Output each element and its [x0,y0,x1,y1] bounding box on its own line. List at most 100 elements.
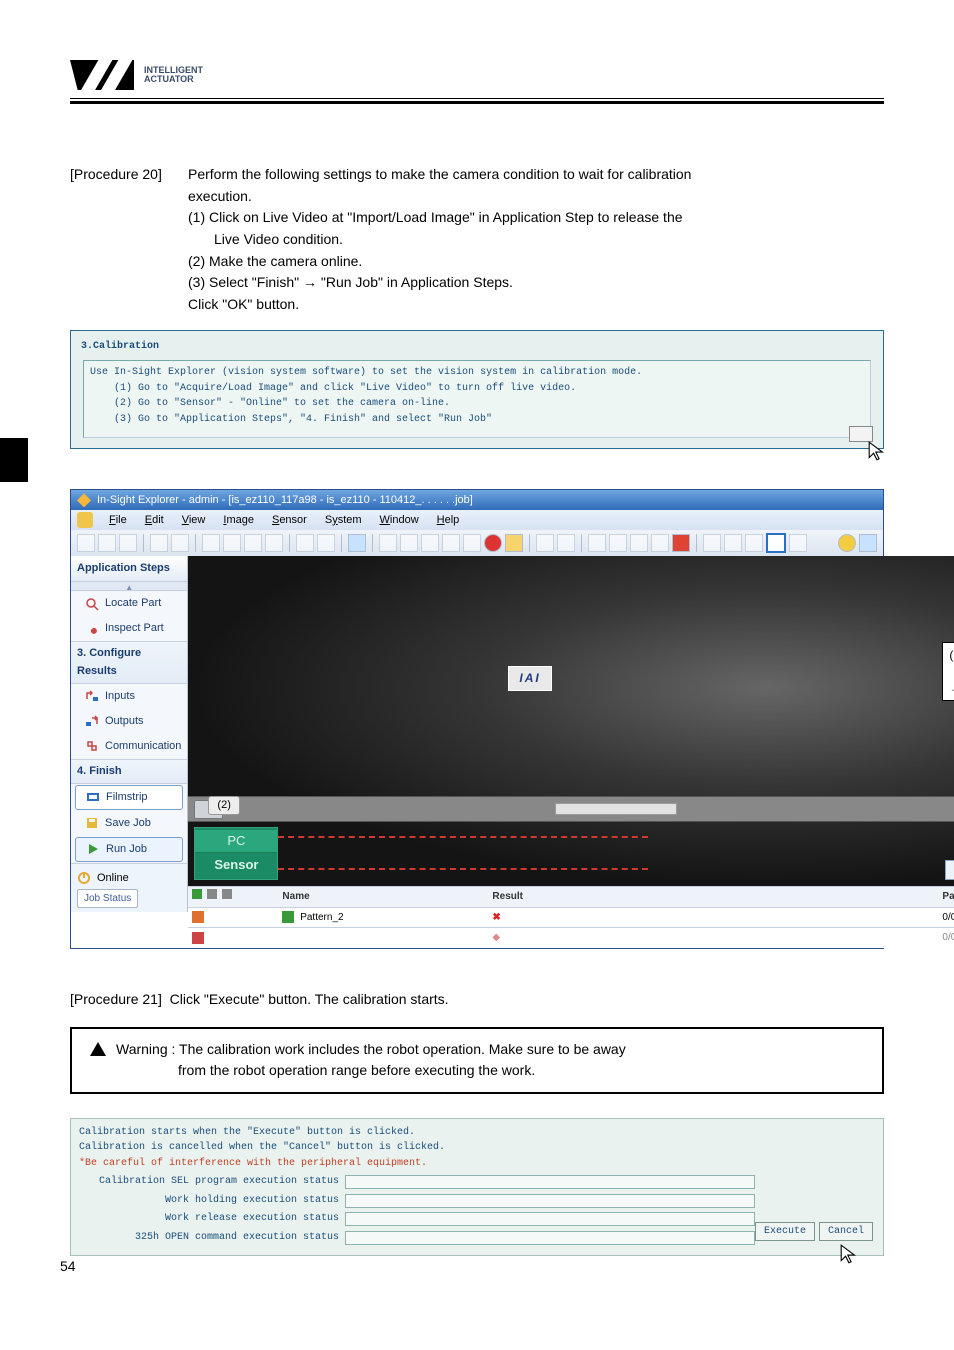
callout-toggle: (1) Toggle button to online/offline → Se… [942,642,954,701]
tb-cut-icon[interactable] [202,534,220,552]
menu-window[interactable]: Window [372,512,427,529]
panel2-l3: *Be careful of interference with the per… [79,1156,875,1172]
comm-icon [85,739,99,753]
sidebar-online-toggle[interactable]: Online [77,868,181,889]
execute-button[interactable]: Execute [755,1222,815,1242]
tb-blue-icon[interactable] [348,534,366,552]
warning-box: Warning : The calibration work includes … [70,1027,884,1094]
status-field-3 [345,1212,755,1226]
panel1-small-button[interactable] [849,426,873,442]
menu-image[interactable]: Image [215,512,262,529]
wrench-icon [85,622,99,636]
app-icon [77,493,91,507]
sidebar-section-4: 4. Finish [71,759,187,784]
tb-selected-icon[interactable] [766,533,786,553]
tb-last-icon[interactable] [463,534,481,552]
toolbar [71,530,883,556]
panel1-l3: (2) Go to "Sensor" - "Online" to set the… [90,396,864,412]
menu-view[interactable]: View [174,512,214,529]
camera-viewport: IAI (2) Online PC Sensor [188,556,954,886]
tb-print-icon[interactable] [150,534,168,552]
tb-prev-icon[interactable] [400,534,418,552]
menu-help[interactable]: Help [429,512,468,529]
tb-power-icon[interactable] [838,534,856,552]
lock-icon [192,889,202,899]
status-label-3: Work release execution status [79,1211,345,1227]
power-icon [77,871,91,885]
pattern-icon [282,911,294,923]
job-status-button[interactable]: Job Status [77,889,138,909]
procedure-20-label: [Procedure 20] [70,164,180,316]
app-steps-sidebar: Application Steps ▲ Locate Part Inspect … [71,556,188,912]
tb-first-icon[interactable] [379,534,397,552]
menubar: FFileile Edit View Image Sensor System W… [71,510,883,530]
sidebar-section-3: 3. Configure Results [71,641,187,683]
scroll-up-icon[interactable]: ▲ [71,582,187,591]
logo-icon [70,60,134,90]
tb-paste-icon[interactable] [244,534,262,552]
tb-end-icon[interactable] [859,534,877,552]
results-header: Name Result Pass Fail [188,886,954,907]
cancel-button[interactable]: Cancel [819,1222,873,1242]
panel1-l4: (3) Go to "Application Steps", "4. Finis… [90,412,864,428]
magnifier-icon [85,597,99,611]
tb-tool2-icon[interactable] [724,534,742,552]
save-icon [85,816,99,830]
sidebar-item-inputs[interactable]: Inputs [71,684,187,709]
tb-preview-icon[interactable] [171,534,189,552]
device-sensor: Sensor [195,853,277,877]
play-icon [86,842,100,856]
menu-edit[interactable]: Edit [137,512,172,529]
tb-undo-icon[interactable] [296,534,314,552]
doc-header: INTELLIGENT ACTUATOR [70,60,884,90]
brand-text: INTELLIGENT ACTUATOR [144,66,203,84]
proc20-lead: Perform the following settings to make t… [188,164,884,186]
home-icon[interactable] [77,512,93,528]
tb-fit-icon[interactable] [651,534,669,552]
tb-tool3-icon[interactable] [745,534,763,552]
tb-lock-icon[interactable] [505,534,523,552]
warning-icon [90,1042,106,1056]
tb-delete-icon[interactable] [265,534,283,552]
tb-copy-icon[interactable] [223,534,241,552]
tb-circle2-icon[interactable] [557,534,575,552]
sidebar-item-outputs[interactable]: Outputs [71,709,187,734]
status-field-4 [345,1231,755,1245]
status-label-2: Work holding execution status [79,1193,345,1209]
status-label-4: 325h OPEN command execution status [79,1230,345,1246]
menu-file[interactable]: FFileile [101,512,135,529]
row-icon [192,911,204,923]
outputs-icon [85,714,99,728]
tb-zoomin-icon[interactable] [588,534,606,552]
procedure-21-label: [Procedure 21] [70,991,162,1007]
sidebar-item-filmstrip[interactable]: Filmstrip [75,785,183,810]
table-row[interactable]: Pattern_2 ✖ 0/0 0/0 [188,907,954,928]
sidebar-item-inspect[interactable]: Inspect Part [71,616,187,641]
menu-system[interactable]: System [317,512,370,529]
panel2-l2: Calibration is cancelled when the "Cance… [79,1140,875,1156]
table-row[interactable]: ◆ 0/0 0/0 [188,927,954,948]
status-field-2 [345,1194,755,1208]
sidebar-item-runjob[interactable]: Run Job [75,837,183,862]
tb-open-icon[interactable] [98,534,116,552]
sidebar-item-savejob: Save Job [71,811,187,836]
tb-zoom-icon[interactable] [630,534,648,552]
tb-tool1-icon[interactable] [703,534,721,552]
freeze-button[interactable]: Freeze [945,860,954,880]
tb-record-icon[interactable] [484,534,502,552]
tb-redo-icon[interactable] [317,534,335,552]
panel1-l1: Use In-Sight Explorer (vision system sof… [90,365,864,381]
tb-tool5-icon[interactable] [789,534,807,552]
filmstrip-icon [86,790,100,804]
sidebar-item-locate[interactable]: Locate Part [71,591,187,616]
menu-sensor[interactable]: Sensor [264,512,315,529]
tb-save-icon[interactable] [119,534,137,552]
tb-next-icon[interactable] [442,534,460,552]
filmstrip-bar: (2) Online [188,796,954,822]
tb-play-icon[interactable] [421,534,439,552]
tb-redsq-icon[interactable] [672,534,690,552]
tb-circle1-icon[interactable] [536,534,554,552]
tb-new-icon[interactable] [77,534,95,552]
sidebar-item-comm[interactable]: Communication [71,734,187,759]
tb-zoomout-icon[interactable] [609,534,627,552]
